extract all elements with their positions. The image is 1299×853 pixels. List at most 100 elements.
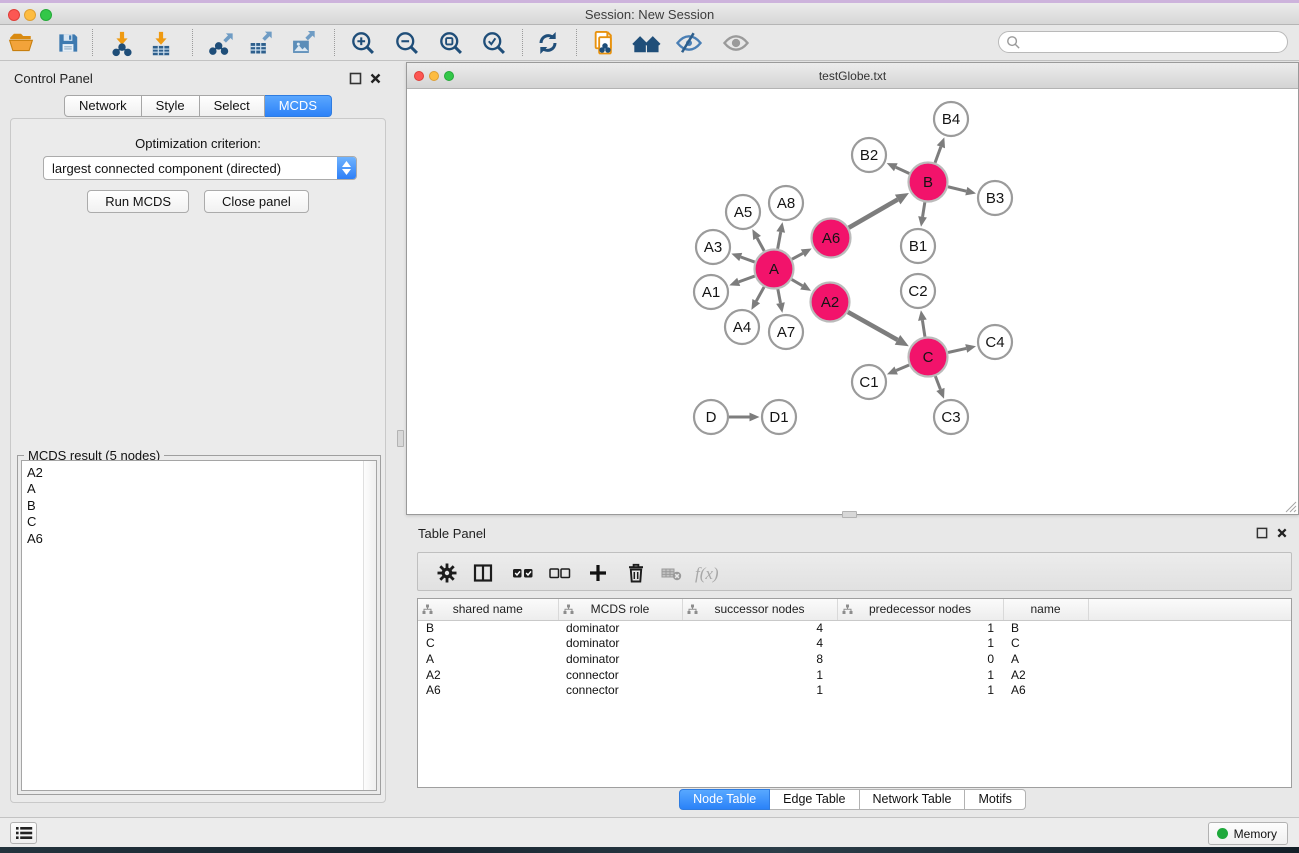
table-settings-gear-icon[interactable]	[434, 560, 460, 586]
cell-shared-name[interactable]: A2	[418, 668, 558, 684]
mcds-result-item[interactable]: A2	[22, 465, 376, 481]
memory-button[interactable]: Memory	[1208, 822, 1288, 845]
cell-successor-nodes[interactable]: 1	[682, 668, 837, 684]
cell-shared-name[interactable]: B	[418, 620, 558, 636]
cell-predecessor-nodes[interactable]: 1	[837, 620, 1003, 636]
graph-edge-B-B3[interactable]	[948, 187, 966, 191]
cell-name[interactable]: B	[1003, 620, 1088, 636]
graph-edge-C-C1[interactable]	[896, 365, 909, 370]
tab-motifs[interactable]: Motifs	[965, 789, 1025, 810]
close-panel-icon[interactable]	[369, 72, 382, 85]
graph-edge-A-A7[interactable]	[778, 289, 781, 303]
column-header-predecessor-nodes[interactable]: predecessor nodes	[837, 599, 1003, 620]
cell-name[interactable]: C	[1003, 636, 1088, 652]
cell-shared-name[interactable]: A	[418, 652, 558, 668]
cell-mcds-role[interactable]: dominator	[558, 620, 682, 636]
export-network-icon[interactable]	[204, 27, 238, 59]
cell-name[interactable]: A	[1003, 652, 1088, 668]
graph-edge-B-B1[interactable]	[923, 202, 925, 217]
table-row[interactable]: Bdominator41B	[418, 620, 1291, 636]
cell-mcds-role[interactable]: dominator	[558, 652, 682, 668]
graph-edge-A6-B[interactable]	[849, 199, 898, 227]
tab-edge-table[interactable]: Edge Table	[770, 789, 859, 810]
list-scrollbar[interactable]	[363, 461, 376, 790]
column-header-mcds-role[interactable]: MCDS role	[558, 599, 682, 620]
create-column-icon[interactable]	[585, 560, 611, 586]
cell-name[interactable]: A2	[1003, 668, 1088, 684]
cell-successor-nodes[interactable]: 1	[682, 683, 837, 699]
tab-style[interactable]: Style	[142, 95, 200, 117]
graph-edge-A2-C[interactable]	[848, 312, 898, 340]
cell-predecessor-nodes[interactable]: 1	[837, 683, 1003, 699]
cell-mcds-role[interactable]: dominator	[558, 636, 682, 652]
import-table-icon[interactable]	[144, 27, 178, 59]
hide-selected-icon[interactable]	[672, 27, 706, 59]
float-panel-icon[interactable]	[349, 72, 362, 85]
tab-select[interactable]: Select	[200, 95, 265, 117]
graph-edge-A-A5[interactable]	[757, 238, 764, 251]
mcds-result-item[interactable]: A	[22, 481, 376, 497]
graph-edge-C-C3[interactable]	[935, 376, 940, 389]
graph-edge-A-A2[interactable]	[792, 279, 803, 285]
table-row[interactable]: Adominator80A	[418, 652, 1291, 668]
cell-successor-nodes[interactable]: 4	[682, 620, 837, 636]
column-header-name[interactable]: name	[1003, 599, 1088, 620]
table-row[interactable]: Cdominator41C	[418, 636, 1291, 652]
task-history-icon[interactable]	[10, 822, 37, 844]
cell-predecessor-nodes[interactable]: 1	[837, 636, 1003, 652]
tab-network-table[interactable]: Network Table	[860, 789, 966, 810]
table-float-icon[interactable]	[1256, 526, 1269, 539]
cell-shared-name[interactable]: C	[418, 636, 558, 652]
export-image-icon[interactable]	[286, 27, 320, 59]
graph-edge-C-C4[interactable]	[948, 348, 966, 352]
mcds-result-item[interactable]: C	[22, 514, 376, 530]
toggle-panel-columns-icon[interactable]	[470, 560, 496, 586]
cell-name[interactable]: A6	[1003, 683, 1088, 699]
split-divider-handle[interactable]	[842, 511, 857, 518]
graph-edge-A-A1[interactable]	[739, 276, 755, 282]
import-network-icon[interactable]	[105, 27, 139, 59]
graph-edge-A-A4[interactable]	[756, 287, 764, 301]
delete-column-trash-icon[interactable]	[623, 560, 649, 586]
apply-function-icon[interactable]: f(x)	[691, 560, 731, 586]
tab-network[interactable]: Network	[64, 95, 142, 117]
mcds-result-item[interactable]: A6	[22, 531, 376, 547]
cell-predecessor-nodes[interactable]: 0	[837, 652, 1003, 668]
cell-successor-nodes[interactable]: 4	[682, 636, 837, 652]
run-mcds-button[interactable]: Run MCDS	[87, 190, 189, 213]
deselect-all-columns-icon[interactable]	[547, 560, 573, 586]
tab-node-table[interactable]: Node Table	[679, 789, 770, 810]
resize-grip-icon[interactable]	[1285, 501, 1297, 513]
zoom-out-icon[interactable]	[390, 27, 424, 59]
cell-mcds-role[interactable]: connector	[558, 668, 682, 684]
graph-edge-A-A6[interactable]	[792, 253, 803, 259]
search-input[interactable]	[1021, 35, 1287, 49]
column-header-successor-nodes[interactable]: successor nodes	[682, 599, 837, 620]
refresh-layout-icon[interactable]	[531, 27, 565, 59]
new-network-from-selection-icon[interactable]	[588, 27, 622, 59]
graph-edge-C-C2[interactable]	[922, 320, 925, 337]
show-all-icon[interactable]	[719, 27, 753, 59]
close-panel-button[interactable]: Close panel	[204, 190, 309, 213]
cell-mcds-role[interactable]: connector	[558, 683, 682, 699]
cell-predecessor-nodes[interactable]: 1	[837, 668, 1003, 684]
graph-edge-B-B4[interactable]	[935, 147, 941, 163]
zoom-selected-icon[interactable]	[477, 27, 511, 59]
column-header-shared-name[interactable]: shared name	[418, 599, 558, 620]
graph-edge-A-A3[interactable]	[741, 257, 755, 262]
graph-edge-A-A8[interactable]	[778, 232, 781, 249]
cell-successor-nodes[interactable]: 8	[682, 652, 837, 668]
open-session-icon[interactable]	[4, 27, 38, 59]
zoom-in-icon[interactable]	[346, 27, 380, 59]
panel-divider-handle[interactable]	[397, 430, 404, 447]
mcds-result-item[interactable]: B	[22, 498, 376, 514]
table-close-icon[interactable]	[1276, 526, 1289, 539]
graph-edge-B-B2[interactable]	[896, 167, 910, 173]
select-all-columns-icon[interactable]	[510, 560, 536, 586]
delete-table-icon[interactable]	[659, 560, 685, 586]
table-row[interactable]: A2connector11A2	[418, 668, 1291, 684]
zoom-fit-icon[interactable]	[434, 27, 468, 59]
cell-shared-name[interactable]: A6	[418, 683, 558, 699]
criterion-select[interactable]: largest connected component (directed)	[43, 156, 357, 180]
export-table-icon[interactable]	[243, 27, 277, 59]
